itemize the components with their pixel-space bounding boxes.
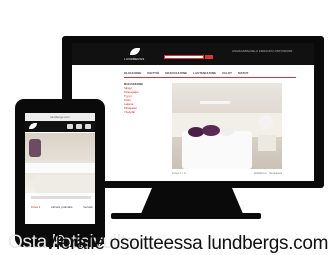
nav-item[interactable]: MAKUUHUONE (165, 71, 187, 76)
monitor-base (111, 213, 261, 219)
search-input[interactable] (164, 55, 204, 59)
menu-icon[interactable] (67, 124, 73, 129)
white-pillow (220, 127, 234, 136)
nav-item[interactable]: LASTENHUONE (193, 71, 216, 76)
lamp-icon (262, 117, 270, 127)
purple-pillow (202, 125, 220, 136)
brand-logo-icon[interactable] (29, 123, 37, 129)
tablet-product-photo[interactable] (25, 133, 95, 193)
wall-shelf (200, 101, 230, 104)
brand-logo-icon[interactable] (130, 48, 140, 55)
site-header: LUNDBERGS ASIAKASPALVELU KIRJAUDU OSTOSK… (72, 43, 314, 65)
tablet-screen: lundbergs.com Kuva 1 Lähetä ystävälle Ve… (25, 113, 95, 224)
caption-main: Vieraile osoitteessa lundbergs.com (44, 233, 328, 255)
search-icon[interactable] (76, 124, 82, 129)
nav-item[interactable]: OLOHUONE (124, 71, 141, 76)
desktop-screen: LUNDBERGS ASIAKASPALVELU KIRJAUDU OSTOSK… (72, 43, 314, 181)
caption-brand[interactable]: lundbergs.com (207, 233, 328, 254)
caption-prefix: Vieraile osoitteessa (44, 233, 208, 254)
nav-item[interactable]: MATOT (238, 71, 248, 76)
photo-caption-bar: Kuva 1 / 4 Edellinen · Seuraava (172, 171, 282, 177)
main-nav: OLOHUONE KEITTIÖ MAKUUHUONE LASTENHUONE … (124, 71, 296, 76)
brand-name: LUNDBERGS (124, 57, 145, 61)
shelf-lower (35, 175, 95, 193)
text-line (31, 196, 91, 199)
nav-divider (124, 77, 296, 78)
vase (29, 139, 41, 157)
cart-icon[interactable] (85, 124, 91, 129)
tablet-links: Kuva 1 Lähetä ystävälle Vertaile (31, 205, 93, 209)
tablet-link[interactable]: Kuva 1 (31, 205, 40, 209)
product-photo-bedroom[interactable] (172, 83, 282, 169)
tablet-link[interactable]: Lähetä ystävälle (51, 205, 73, 209)
shelf (25, 161, 95, 173)
nightstand (258, 135, 276, 151)
nav-item[interactable]: VALOT (222, 71, 232, 76)
category-sidebar: MAKUUHUONE Sängyt Petauspatjat Tyynyt Pe… (124, 83, 168, 115)
tablet-link[interactable]: Vertaile (83, 205, 93, 209)
nav-item[interactable]: KEITTIÖ (147, 71, 159, 76)
photo-counter: Kuva 1 / 4 (172, 171, 186, 175)
tablet-header (25, 121, 95, 132)
sidebar-item[interactable]: Yöpöydät (124, 111, 168, 115)
tablet-url-bar[interactable]: lundbergs.com (25, 113, 95, 121)
search-button[interactable] (205, 55, 213, 59)
photo-pager[interactable]: Edellinen · Seuraava (254, 171, 282, 175)
top-links[interactable]: ASIAKASPALVELU KIRJAUDU OSTOSKORI (232, 49, 292, 53)
